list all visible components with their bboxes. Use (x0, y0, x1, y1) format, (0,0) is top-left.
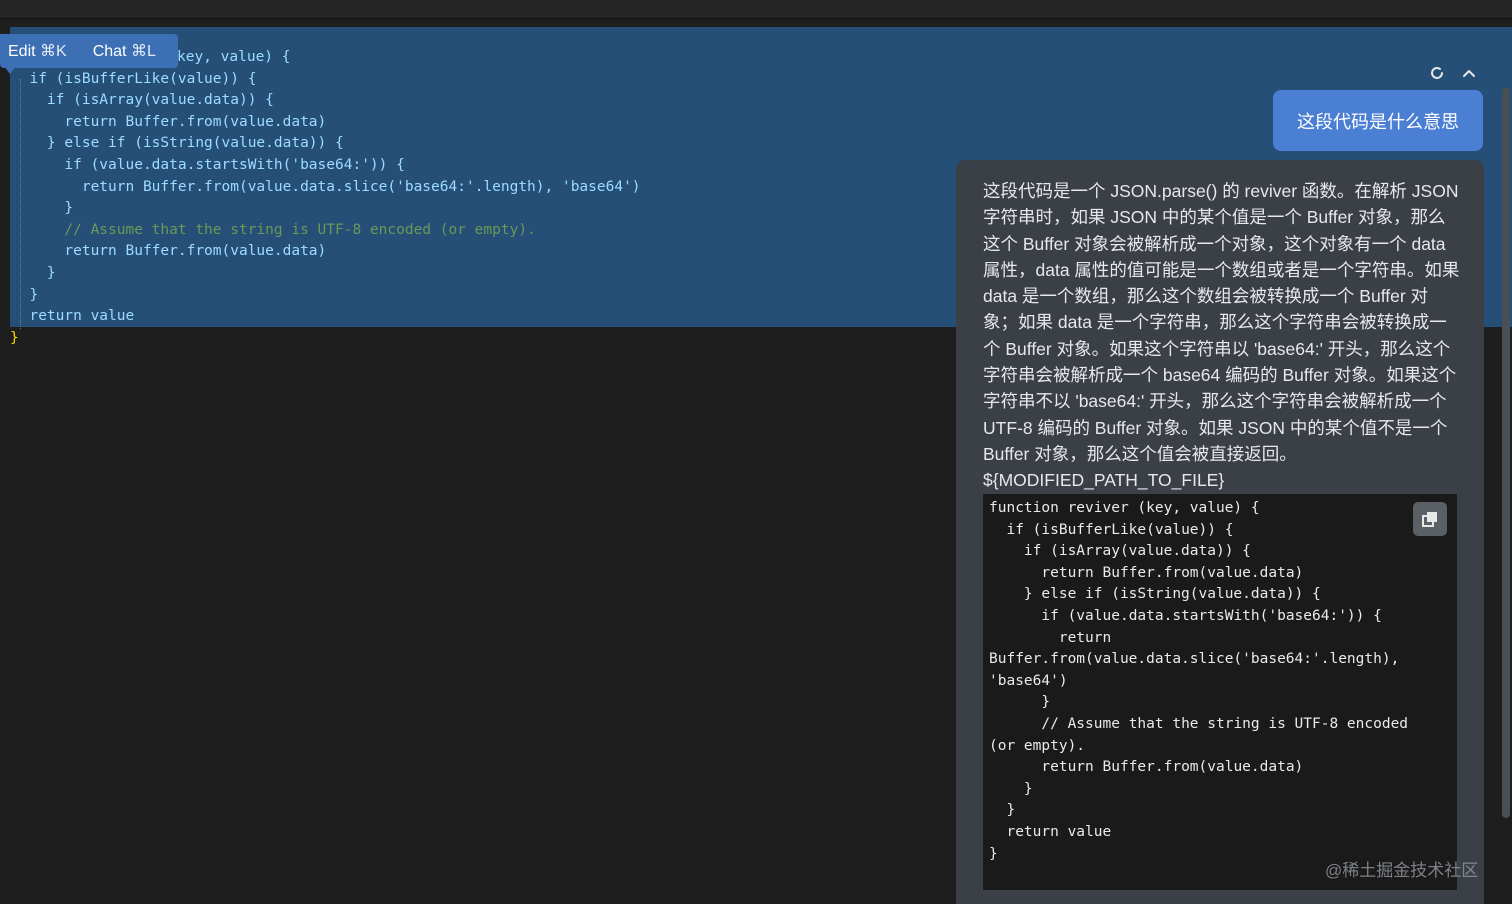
code-line-1-text: key, value) { (177, 49, 291, 65)
chevron-up-icon[interactable] (1460, 64, 1478, 82)
edit-shortcut: ⌘K (40, 43, 67, 60)
code-line-9: // Assume that the string is UTF-8 encod… (0, 220, 641, 242)
answer-text-block: 这段代码是一个 JSON.parse() 的 reviver 函数。在解析 JS… (983, 178, 1461, 494)
edit-tab[interactable]: Edit ⌘K (0, 41, 75, 61)
code-line-7-text: return Buffer.from(value.data.slice('bas… (12, 178, 641, 195)
code-line-10-text: return Buffer.from(value.data) (12, 243, 327, 260)
answer-paragraph: 这段代码是一个 JSON.parse() 的 reviver 函数。在解析 JS… (983, 181, 1460, 464)
code-line-6-text: if (value.data.startsWith('base64:')) { (12, 156, 405, 173)
code-line-14-text: } (10, 329, 19, 346)
code-line-4: return Buffer.from(value.data) (0, 112, 641, 134)
code-line-2-text: if (isBufferLike(value)) { (12, 70, 257, 87)
code-line-5-text: } else if (isString(value.data)) { (12, 135, 344, 152)
user-message-bubble: 这段代码是什么意思 (1273, 90, 1483, 151)
edit-tab-label: Edit (8, 43, 36, 60)
code-line-10: return Buffer.from(value.data) (0, 241, 641, 263)
code-line-4-text: return Buffer.from(value.data) (12, 113, 327, 130)
code-line-5: } else if (isString(value.data)) { (0, 133, 641, 155)
code-line-9-text: // Assume that the string is UTF-8 encod… (12, 221, 536, 238)
popup-pointer (4, 66, 16, 74)
chat-tab-label: Chat (92, 43, 127, 60)
code-line-8-text: } (12, 200, 74, 217)
code-line-12: } (0, 285, 641, 307)
chat-controls (1428, 62, 1488, 84)
assistant-answer-card: 这段代码是一个 JSON.parse() 的 reviver 函数。在解析 JS… (956, 160, 1484, 904)
code-line-7: return Buffer.from(value.data.slice('bas… (0, 177, 641, 199)
code-line-12-text: } (12, 286, 39, 303)
code-line-2: if (isBufferLike(value)) { (0, 69, 641, 91)
chat-shortcut: ⌘L (130, 43, 156, 60)
chat-tab[interactable]: Chat ⌘L (85, 41, 164, 61)
code-line-11-text: } (12, 264, 56, 281)
chat-scrollbar[interactable] (1502, 88, 1510, 818)
watermark-text: @稀土掘金技术社区 (1325, 861, 1479, 880)
code-line-6: if (value.data.startsWith('base64:')) { (0, 155, 641, 177)
code-line-3: if (isArray(value.data)) { (0, 90, 641, 112)
window-top-bar (0, 0, 1512, 19)
copy-code-button[interactable] (1413, 502, 1447, 536)
code-line-13: return value (0, 306, 641, 328)
copy-icon (1422, 512, 1437, 527)
answer-code-block: function reviver (key, value) { if (isBu… (983, 494, 1457, 890)
code-line-3-text: if (isArray(value.data)) { (12, 92, 274, 109)
code-line-13-text: return value (12, 308, 135, 325)
inline-action-popup: Edit ⌘K Chat ⌘L (0, 34, 178, 68)
answer-code-text: function reviver (key, value) { if (isBu… (989, 500, 1409, 862)
answer-placeholder: ${MODIFIED_PATH_TO_FILE} (983, 470, 1225, 491)
code-lines: key, value) { if (isBufferLike(value)) {… (0, 47, 641, 349)
user-message-text: 这段代码是什么意思 (1297, 111, 1459, 132)
code-line-8: } (0, 198, 641, 220)
refresh-icon[interactable] (1428, 64, 1446, 82)
code-line-11: } (0, 263, 641, 285)
code-line-14: } (0, 328, 641, 350)
